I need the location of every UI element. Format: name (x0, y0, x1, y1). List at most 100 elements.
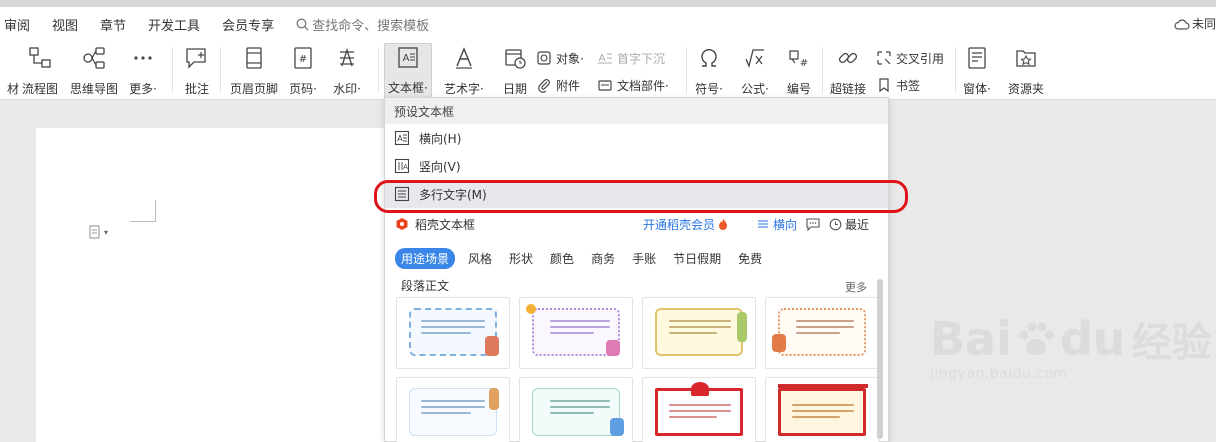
tab-journal[interactable]: 手账 (632, 250, 656, 267)
more-link[interactable]: 更多 (845, 279, 867, 295)
wordart-icon (449, 45, 479, 71)
symbol-button[interactable]: 符号· (694, 45, 724, 97)
horizontal-lines-icon (758, 220, 768, 228)
multiline-text-icon (393, 185, 411, 203)
menu-member[interactable]: 会员专享 (222, 15, 274, 34)
comment-button[interactable]: 批注 (182, 45, 212, 97)
cross-reference-button[interactable]: 交叉引用 (875, 49, 944, 67)
ribbon-separator (686, 47, 687, 93)
textbox-icon: A (393, 46, 423, 70)
multiline-text-label: 多行文字(M) (419, 187, 487, 202)
numbering-icon: # (784, 45, 814, 71)
template-thumbnail[interactable] (396, 297, 510, 369)
watermark-url: jingyan.baidu.com (930, 366, 1068, 382)
watermark-brand2: du (1059, 312, 1126, 366)
ribbon-label: 流程图 (22, 82, 59, 96)
tab-free[interactable]: 免费 (738, 250, 762, 267)
template-thumbnail[interactable] (765, 377, 879, 442)
doc-parts-button[interactable]: 文档部件· (596, 76, 669, 94)
multiline-text-item[interactable]: 多行文字(M) (385, 180, 888, 208)
form-icon (962, 45, 992, 71)
tab-style[interactable]: 风格 (468, 250, 492, 267)
dropdown-scrollbar[interactable] (877, 279, 883, 439)
command-search[interactable]: 查找命令、搜索模板 (296, 15, 429, 34)
template-thumbnail[interactable] (642, 377, 756, 442)
flame-icon (719, 218, 728, 230)
horizontal-textbox-icon: A (393, 129, 411, 147)
mindmap-button[interactable]: 思维导图 (70, 45, 118, 97)
ribbon-label: 超链接 (830, 82, 867, 96)
bookmark-label: 书签 (896, 78, 921, 93)
hyperlink-button[interactable]: 超链接 (830, 45, 866, 97)
flowchart-icon (25, 45, 55, 71)
ribbon-label: 文本框· (388, 81, 428, 95)
window-top-strip (0, 0, 1216, 7)
menu-review[interactable]: 审阅 (4, 15, 30, 34)
tab-usage-scene[interactable]: 用途场景 (395, 248, 456, 269)
ribbon-separator (220, 47, 221, 93)
open-member-link[interactable]: 开通稻壳会员 (643, 216, 729, 233)
tab-color[interactable]: 颜色 (550, 250, 574, 267)
object-icon (535, 49, 553, 67)
paragraph-layout-icon[interactable]: ▾ (88, 225, 108, 239)
ribbon-label: 公式· (741, 82, 769, 96)
doc-parts-icon (596, 76, 614, 94)
watermark-cn: 经验 (1131, 320, 1212, 366)
ribbon-label: 页眉页脚 (230, 82, 279, 96)
orientation-toggle[interactable]: 横向 (757, 216, 797, 233)
chat-bubble-icon[interactable] (805, 217, 821, 231)
template-thumbnail[interactable] (396, 377, 510, 442)
daoke-textbox-row: 稻壳文本框 开通稻壳会员 横向 最近 (385, 212, 890, 236)
orientation-label: 横向 (773, 217, 798, 232)
document-page[interactable] (36, 128, 390, 442)
menu-dev-tools[interactable]: 开发工具 (148, 15, 200, 34)
textbox-button[interactable]: A 文本框· (384, 43, 432, 98)
watermark-button[interactable]: 水印· (332, 45, 362, 97)
attachment-button[interactable]: 附件 (535, 76, 580, 94)
svg-text:A: A (397, 134, 403, 143)
more-button[interactable]: 更多· (128, 45, 158, 97)
flowchart-button[interactable]: 流程图 (22, 45, 58, 97)
horizontal-textbox-item[interactable]: A 横向(H) (385, 124, 888, 152)
paperclip-icon (535, 76, 553, 94)
ribbon-label: 更多· (129, 82, 157, 96)
template-thumbnail[interactable] (765, 297, 879, 369)
search-placeholder: 查找命令、搜索模板 (312, 18, 430, 34)
menu-chapter[interactable]: 章节 (100, 15, 126, 34)
formula-button[interactable]: 公式· (740, 45, 770, 97)
recent-button[interactable]: 最近 (829, 216, 869, 233)
mindmap-icon (79, 45, 109, 71)
tab-holiday[interactable]: 节日假期 (673, 250, 721, 267)
clock-icon (829, 218, 842, 230)
ribbon-label: 资源夹 (1008, 82, 1045, 96)
svg-text:#: # (800, 58, 808, 69)
menu-view[interactable]: 视图 (52, 15, 78, 34)
date-button[interactable]: 日期 (500, 45, 530, 97)
wordart-button[interactable]: 艺术字· (444, 45, 484, 97)
tab-business[interactable]: 商务 (591, 250, 615, 267)
date-icon (500, 45, 530, 71)
form-button[interactable]: 窗体· (962, 45, 992, 97)
bookmark-button[interactable]: 书签 (875, 76, 920, 94)
cloud-label: 未同 (1191, 17, 1216, 31)
tab-shape[interactable]: 形状 (509, 250, 533, 267)
template-category-tabs: 用途场景 风格 形状 颜色 商务 手账 节日假期 免费 (395, 248, 779, 269)
header-footer-icon (239, 45, 269, 71)
vertical-textbox-item[interactable]: A 竖向(V) (385, 152, 888, 180)
svg-text:A: A (402, 53, 409, 64)
template-thumbnail[interactable] (519, 377, 633, 442)
cloud-icon (1174, 19, 1190, 30)
numbering-button[interactable]: # 编号 (784, 45, 814, 97)
daoke-title-label: 稻壳文本框 (415, 217, 476, 232)
ribbon-label: 日期 (502, 82, 527, 96)
page-number-button[interactable]: # 页码· (288, 45, 318, 97)
drop-cap-button[interactable]: A 首字下沉 (596, 49, 665, 67)
template-thumbnail[interactable] (642, 297, 756, 369)
template-thumbnail[interactable] (519, 297, 633, 369)
formula-icon (740, 45, 770, 71)
ribbon-label: 思维导图 (70, 82, 119, 96)
object-button[interactable]: 对象· (535, 49, 584, 67)
cloud-sync-status[interactable]: 未同 (1174, 15, 1216, 32)
resource-folder-button[interactable]: 资源夹 (1008, 45, 1044, 97)
header-footer-button[interactable]: 页眉页脚 (230, 45, 278, 97)
